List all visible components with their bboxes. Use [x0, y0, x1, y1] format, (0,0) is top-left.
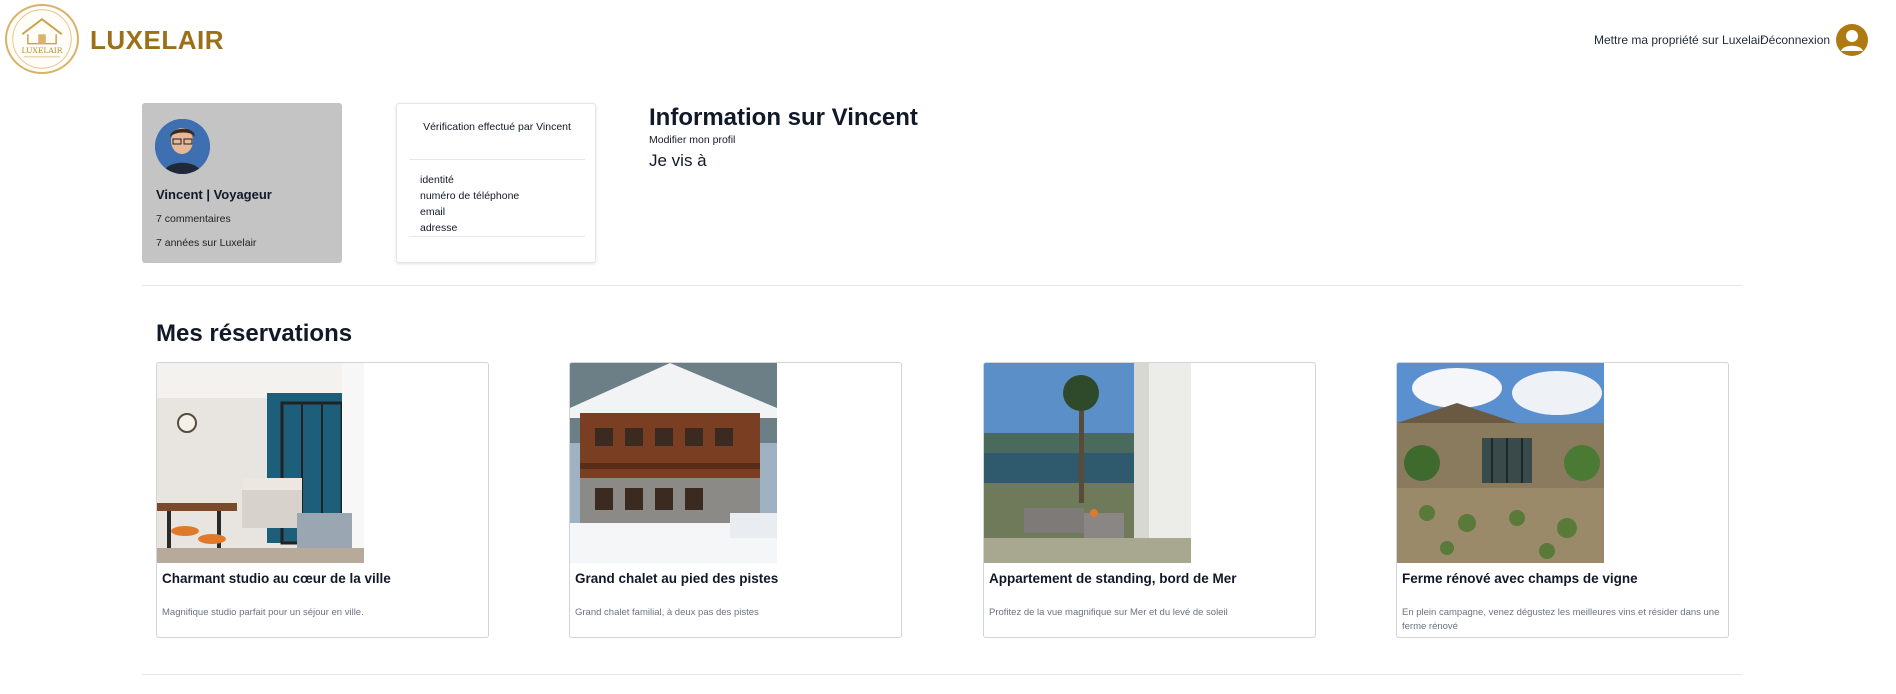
verification-card: Vérification effectué par Vincent identi…	[396, 103, 596, 263]
reservation-card[interactable]: Grand chalet au pied des pistes Grand ch…	[569, 362, 902, 638]
top-navbar: LUXELAIR LUXELAIR Mettre ma propriété su…	[0, 0, 1896, 80]
section-divider	[142, 285, 1742, 286]
reservation-image	[570, 363, 777, 563]
reservation-title[interactable]: Charmant studio au cœur de la ville	[162, 571, 391, 586]
reservation-description: Grand chalet familial, à deux pas des pi…	[575, 607, 759, 618]
luxelair-logo[interactable]: LUXELAIR	[5, 4, 79, 74]
reservation-description: En plein campagne, venez dégustez les me…	[1402, 607, 1720, 632]
verification-item-phone: numéro de téléphone	[420, 190, 520, 202]
host-property-link[interactable]: Mettre ma propriété sur Luxelair	[1594, 33, 1764, 47]
reservation-image	[1397, 363, 1604, 563]
profile-name: Vincent | Voyageur	[156, 187, 272, 202]
profile-card: Vincent | Voyageur 7 commentaires 7 anné…	[142, 103, 342, 263]
verification-list: identité numéro de téléphone email adres…	[420, 172, 519, 236]
profile-comments-count: 7 commentaires	[156, 213, 231, 225]
svg-text:LUXELAIR: LUXELAIR	[22, 46, 63, 55]
verification-item-address: adresse	[420, 222, 458, 234]
reservation-description: Magnifique studio parfait pour un séjour…	[162, 607, 364, 618]
reservation-image	[157, 363, 364, 563]
logout-link[interactable]: Déconnexion	[1760, 33, 1830, 47]
verification-divider	[409, 236, 585, 237]
reservation-title[interactable]: Appartement de standing, bord de Mer	[989, 571, 1237, 586]
reservation-card[interactable]: Appartement de standing, bord de Mer Pro…	[983, 362, 1316, 638]
reservation-card[interactable]: Charmant studio au cœur de la ville Magn…	[156, 362, 489, 638]
info-title: Information sur Vincent	[649, 104, 918, 131]
user-account-icon[interactable]	[1836, 24, 1868, 56]
reservations-title: Mes réservations	[156, 320, 353, 347]
reservation-description: Profitez de la vue magnifique sur Mer et…	[989, 607, 1228, 618]
profile-avatar	[155, 119, 210, 174]
verification-item-email: email	[420, 206, 446, 218]
edit-profile-link[interactable]: Modifier mon profil	[649, 134, 735, 146]
section-divider	[142, 674, 1742, 675]
reservation-title[interactable]: Grand chalet au pied des pistes	[575, 571, 778, 586]
reservation-card[interactable]: Ferme rénové avec champs de vigne En ple…	[1396, 362, 1729, 638]
verification-divider	[409, 159, 585, 160]
reservation-title[interactable]: Ferme rénové avec champs de vigne	[1402, 571, 1638, 586]
profile-membership-years: 7 années sur Luxelair	[156, 237, 257, 249]
verification-item-identity: identité	[420, 174, 454, 186]
reservation-image	[984, 363, 1191, 563]
lives-in-text: Je vis à	[649, 151, 707, 170]
brand-name[interactable]: LUXELAIR	[90, 25, 224, 56]
verification-title: Vérification effectué par Vincent	[423, 121, 571, 133]
